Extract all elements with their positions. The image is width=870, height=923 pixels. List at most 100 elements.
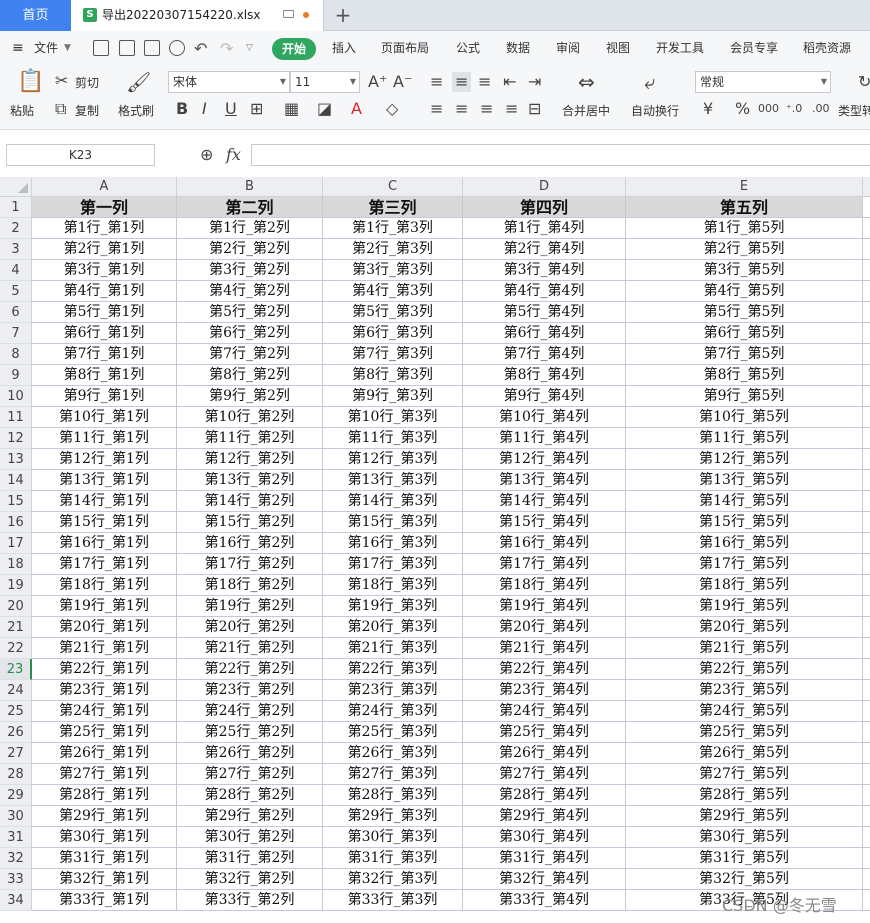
- column-header-a[interactable]: A: [32, 177, 177, 197]
- table-cell[interactable]: 第24行_第4列: [463, 701, 626, 722]
- redo-icon[interactable]: ↷: [220, 31, 233, 66]
- empty-cell[interactable]: [863, 680, 870, 701]
- table-cell[interactable]: 第28行_第5列: [626, 785, 863, 806]
- table-cell[interactable]: 第22行_第5列: [626, 659, 863, 680]
- header-cell[interactable]: 第五列: [626, 197, 863, 218]
- table-cell[interactable]: 第28行_第1列: [32, 785, 177, 806]
- table-cell[interactable]: 第7行_第3列: [323, 344, 463, 365]
- paste-icon[interactable]: 📋: [17, 71, 44, 93]
- menu-start[interactable]: 开始: [272, 38, 316, 60]
- table-cell[interactable]: 第14行_第2列: [177, 491, 323, 512]
- table-cell[interactable]: 第30行_第1列: [32, 827, 177, 848]
- empty-cell[interactable]: [863, 407, 870, 428]
- table-cell[interactable]: 第26行_第2列: [177, 743, 323, 764]
- table-cell[interactable]: 第3行_第5列: [626, 260, 863, 281]
- empty-cell[interactable]: [863, 281, 870, 302]
- table-cell[interactable]: 第18行_第4列: [463, 575, 626, 596]
- header-cell[interactable]: 第二列: [177, 197, 323, 218]
- table-cell[interactable]: 第31行_第4列: [463, 848, 626, 869]
- table-cell[interactable]: 第21行_第4列: [463, 638, 626, 659]
- table-cell[interactable]: 第26行_第1列: [32, 743, 177, 764]
- menu-formula[interactable]: 公式: [456, 31, 480, 66]
- table-cell[interactable]: 第6行_第1列: [32, 323, 177, 344]
- table-cell[interactable]: 第8行_第4列: [463, 365, 626, 386]
- table-cell[interactable]: 第18行_第5列: [626, 575, 863, 596]
- table-cell[interactable]: 第14行_第5列: [626, 491, 863, 512]
- select-all-corner[interactable]: [0, 177, 32, 197]
- decrease-font-icon[interactable]: A⁻: [393, 72, 412, 92]
- table-cell[interactable]: 第27行_第5列: [626, 764, 863, 785]
- empty-cell[interactable]: [863, 785, 870, 806]
- new-tab-button[interactable]: +: [333, 3, 353, 27]
- table-cell[interactable]: 第9行_第5列: [626, 386, 863, 407]
- row-header[interactable]: 16: [0, 512, 32, 533]
- menu-member[interactable]: 会员专享: [730, 31, 778, 66]
- clear-format-icon[interactable]: ◇: [386, 99, 398, 119]
- table-cell[interactable]: 第29行_第5列: [626, 806, 863, 827]
- table-cell[interactable]: 第22行_第1列: [32, 659, 177, 680]
- row-header[interactable]: 21: [0, 617, 32, 638]
- row-header[interactable]: 7: [0, 323, 32, 344]
- table-cell[interactable]: 第25行_第2列: [177, 722, 323, 743]
- row-header[interactable]: 15: [0, 491, 32, 512]
- fx-icon[interactable]: fx: [226, 145, 241, 165]
- table-cell[interactable]: 第19行_第2列: [177, 596, 323, 617]
- column-header-filler[interactable]: [863, 177, 870, 197]
- table-cell[interactable]: 第13行_第2列: [177, 470, 323, 491]
- align-right-icon[interactable]: ≡: [480, 99, 493, 119]
- row-header[interactable]: 1: [0, 197, 32, 218]
- menu-page-layout[interactable]: 页面布局: [381, 31, 429, 66]
- align-middle-icon[interactable]: ≡: [452, 72, 472, 92]
- row-header[interactable]: 27: [0, 743, 32, 764]
- font-name-select[interactable]: 宋体 ▼: [168, 71, 290, 93]
- empty-cell[interactable]: [863, 512, 870, 533]
- table-cell[interactable]: 第12行_第1列: [32, 449, 177, 470]
- italic-icon[interactable]: I: [202, 99, 207, 119]
- table-cell[interactable]: 第17行_第3列: [323, 554, 463, 575]
- header-cell[interactable]: 第四列: [463, 197, 626, 218]
- empty-cell[interactable]: [863, 764, 870, 785]
- row-header[interactable]: 11: [0, 407, 32, 428]
- empty-cell[interactable]: [863, 743, 870, 764]
- menu-developer[interactable]: 开发工具: [656, 31, 704, 66]
- table-cell[interactable]: 第10行_第3列: [323, 407, 463, 428]
- menu-data[interactable]: 数据: [506, 31, 530, 66]
- table-cell[interactable]: 第24行_第1列: [32, 701, 177, 722]
- table-cell[interactable]: 第25行_第3列: [323, 722, 463, 743]
- table-cell[interactable]: 第8行_第3列: [323, 365, 463, 386]
- table-cell[interactable]: 第20行_第5列: [626, 617, 863, 638]
- table-cell[interactable]: 第9行_第2列: [177, 386, 323, 407]
- empty-cell[interactable]: [863, 596, 870, 617]
- table-cell[interactable]: 第4行_第3列: [323, 281, 463, 302]
- table-cell[interactable]: 第16行_第4列: [463, 533, 626, 554]
- empty-cell[interactable]: [863, 239, 870, 260]
- quick-access-more-icon[interactable]: ▽: [246, 31, 253, 66]
- table-cell[interactable]: 第11行_第5列: [626, 428, 863, 449]
- table-cell[interactable]: 第3行_第3列: [323, 260, 463, 281]
- empty-cell[interactable]: [863, 722, 870, 743]
- column-header-d[interactable]: D: [463, 177, 626, 197]
- table-cell[interactable]: 第31行_第5列: [626, 848, 863, 869]
- type-convert-button[interactable]: 类型转: [838, 102, 870, 119]
- table-cell[interactable]: 第7行_第1列: [32, 344, 177, 365]
- currency-icon[interactable]: ¥: [703, 99, 713, 119]
- paste-button[interactable]: 粘贴: [10, 102, 34, 119]
- table-cell[interactable]: 第11行_第3列: [323, 428, 463, 449]
- table-cell[interactable]: 第21行_第3列: [323, 638, 463, 659]
- row-header[interactable]: 20: [0, 596, 32, 617]
- column-header-e[interactable]: E: [626, 177, 863, 197]
- underline-icon[interactable]: U: [225, 99, 237, 119]
- table-cell[interactable]: 第27行_第1列: [32, 764, 177, 785]
- table-cell[interactable]: 第33行_第4列: [463, 890, 626, 911]
- table-cell[interactable]: 第29行_第1列: [32, 806, 177, 827]
- tab-file[interactable]: S 导出20220307154220.xlsx: [71, 0, 324, 31]
- table-cell[interactable]: 第17行_第2列: [177, 554, 323, 575]
- table-cell[interactable]: 第25行_第4列: [463, 722, 626, 743]
- row-header[interactable]: 23: [0, 659, 32, 680]
- fill-color-icon[interactable]: ◪: [317, 99, 332, 119]
- table-cell[interactable]: 第30行_第2列: [177, 827, 323, 848]
- table-cell[interactable]: 第23行_第4列: [463, 680, 626, 701]
- empty-cell[interactable]: [863, 533, 870, 554]
- table-cell[interactable]: 第19行_第5列: [626, 596, 863, 617]
- row-header[interactable]: 2: [0, 218, 32, 239]
